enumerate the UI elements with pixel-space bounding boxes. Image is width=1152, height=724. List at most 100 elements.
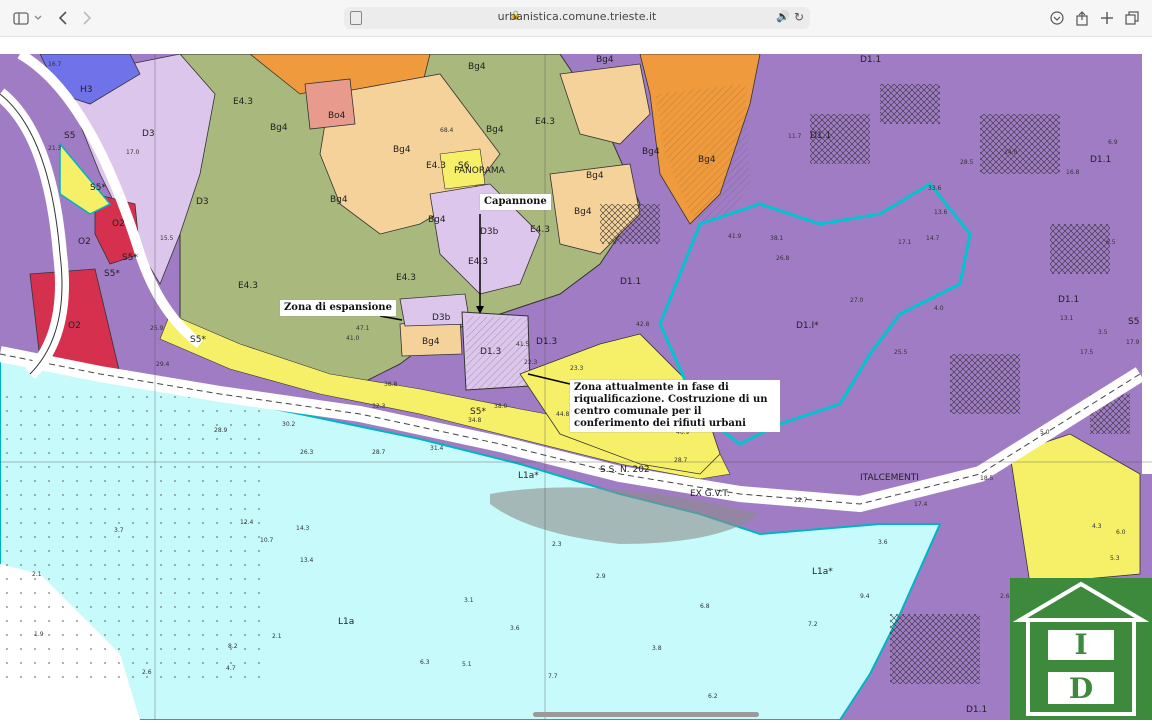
building-7 (890, 614, 980, 684)
label-l1a: L1a* (812, 567, 833, 577)
zone-bo4 (304, 78, 356, 130)
building-8 (600, 204, 660, 244)
label-bg4: Bg4 (468, 62, 486, 72)
spot-height: 26.3 (300, 449, 314, 456)
label-s5: S5 (64, 131, 75, 141)
spot-height: 38.0 (494, 403, 508, 410)
label-d11: D1.1 (810, 131, 831, 141)
share-icon[interactable] (1071, 8, 1093, 28)
spot-height: 2.3 (552, 541, 562, 548)
label-e43: E4.3 (530, 225, 550, 235)
spot-height: 13.6 (934, 209, 948, 216)
spot-height: 17.5 (1080, 349, 1094, 356)
logo-letter-bottom: D (1069, 672, 1093, 705)
building-2 (880, 84, 940, 124)
browser-toolbar: 🔒 urbanistica.comune.trieste.it 🔊 ↻ (0, 0, 1152, 37)
forward-icon[interactable] (76, 8, 98, 28)
spot-height: 28.9 (214, 427, 228, 434)
chevron-down-icon[interactable] (31, 8, 45, 28)
tabs-icon[interactable] (1121, 8, 1143, 28)
label-bg4: Bg4 (698, 155, 716, 165)
spot-height: 12.4 (240, 519, 254, 526)
callout-zona-espansione: Zona di espansione (280, 300, 396, 316)
spot-height: 10.7 (260, 537, 274, 544)
label-d3: D3 (196, 197, 209, 207)
spot-height: 3.8 (652, 645, 662, 652)
spot-height: 3.6 (510, 625, 520, 632)
label-s5a: S5* (190, 335, 206, 345)
spot-height: 3.5 (1098, 329, 1108, 336)
spot-height: 5.0 (1040, 429, 1050, 436)
zoning-map[interactable]: H3 S5 D3 D3 S5* S5* S5* S5* S5* O2 O2 O2… (0, 54, 1152, 720)
back-icon[interactable] (52, 8, 74, 28)
sidebar-icon[interactable] (10, 8, 32, 28)
speaker-icon[interactable]: 🔊 (776, 10, 790, 23)
label-bg4: Bg4 (428, 215, 446, 225)
label-d1i: D1.I* (796, 321, 819, 331)
spot-height: 14.7 (926, 235, 940, 242)
download-icon[interactable] (1046, 8, 1068, 28)
label-panorama: PANORAMA (454, 166, 506, 176)
spot-height: 47.1 (356, 325, 370, 332)
spot-height: 29.4 (156, 361, 170, 368)
spot-height: 41.9 (728, 233, 742, 240)
zone-unmapped (1142, 54, 1152, 474)
building-3 (980, 114, 1060, 174)
label-d11: D1.1 (860, 55, 881, 65)
spot-height: 17.9 (1126, 339, 1140, 346)
spot-height: 13.1 (1060, 315, 1074, 322)
spot-height: 8.2 (228, 643, 238, 650)
label-bg4: Bg4 (586, 171, 604, 181)
label-d11: D1.1 (966, 705, 987, 715)
spot-height: 34.8 (468, 417, 482, 424)
company-logo: I D (1010, 578, 1152, 720)
spot-height: 28.7 (372, 449, 386, 456)
spot-height: 17.0 (126, 149, 140, 156)
label-o2: O2 (112, 219, 125, 229)
spot-height: 6.5 (1106, 239, 1116, 246)
label-bg4: Bg4 (574, 207, 592, 217)
spot-height: 26.8 (776, 255, 790, 262)
spot-height: 9.4 (860, 593, 870, 600)
spot-height: 23.3 (570, 365, 584, 372)
label-bg4: Bg4 (642, 147, 660, 157)
spot-height: 18.5 (980, 475, 994, 482)
label-d11: D1.1 (620, 277, 641, 287)
label-s5a: S5* (122, 253, 138, 263)
spot-height: 1.9 (34, 631, 44, 638)
horizontal-scrollbar[interactable] (533, 712, 759, 717)
spot-height: 7.7 (548, 673, 558, 680)
label-ss202: S.S. N. 202 (600, 465, 650, 475)
spot-height: 25.9 (150, 325, 164, 332)
spot-height: 6.9 (1108, 139, 1118, 146)
address-bar[interactable]: 🔒 urbanistica.comune.trieste.it 🔊 ↻ (344, 7, 810, 29)
label-d3b: D3b (432, 313, 451, 323)
building-5 (950, 354, 1020, 414)
new-tab-icon[interactable] (1096, 8, 1118, 28)
label-bg4: Bg4 (596, 55, 614, 65)
logo-house-icon: I D (1012, 581, 1150, 716)
spot-height: 15.5 (160, 235, 174, 242)
label-d3b: D3b (480, 227, 499, 237)
spot-height: 28.7 (674, 457, 688, 464)
spot-height: 6.3 (420, 659, 430, 666)
label-bg4: Bg4 (330, 195, 348, 205)
label-d13: D1.3 (536, 337, 557, 347)
spot-height: 6.2 (708, 693, 718, 700)
logo-letter-top: I (1074, 628, 1087, 661)
spot-height: 5.3 (1110, 555, 1120, 562)
label-bo4: Bo4 (328, 111, 346, 121)
spot-height: 30.2 (282, 421, 296, 428)
label-d13: D1.3 (480, 347, 501, 357)
spot-height: 2.9 (596, 573, 606, 580)
page-header-strip (0, 37, 1152, 54)
label-e43: E4.3 (238, 281, 258, 291)
label-e43: E4.3 (426, 161, 446, 171)
spot-height: 11.7 (788, 133, 802, 140)
reload-icon[interactable]: ↻ (794, 10, 804, 24)
spot-height: 28.5 (960, 159, 974, 166)
label-bg4: Bg4 (393, 145, 411, 155)
label-e43: E4.3 (233, 97, 253, 107)
label-d3: D3 (142, 129, 155, 139)
label-italcementi: ITALCEMENTI (860, 473, 919, 483)
